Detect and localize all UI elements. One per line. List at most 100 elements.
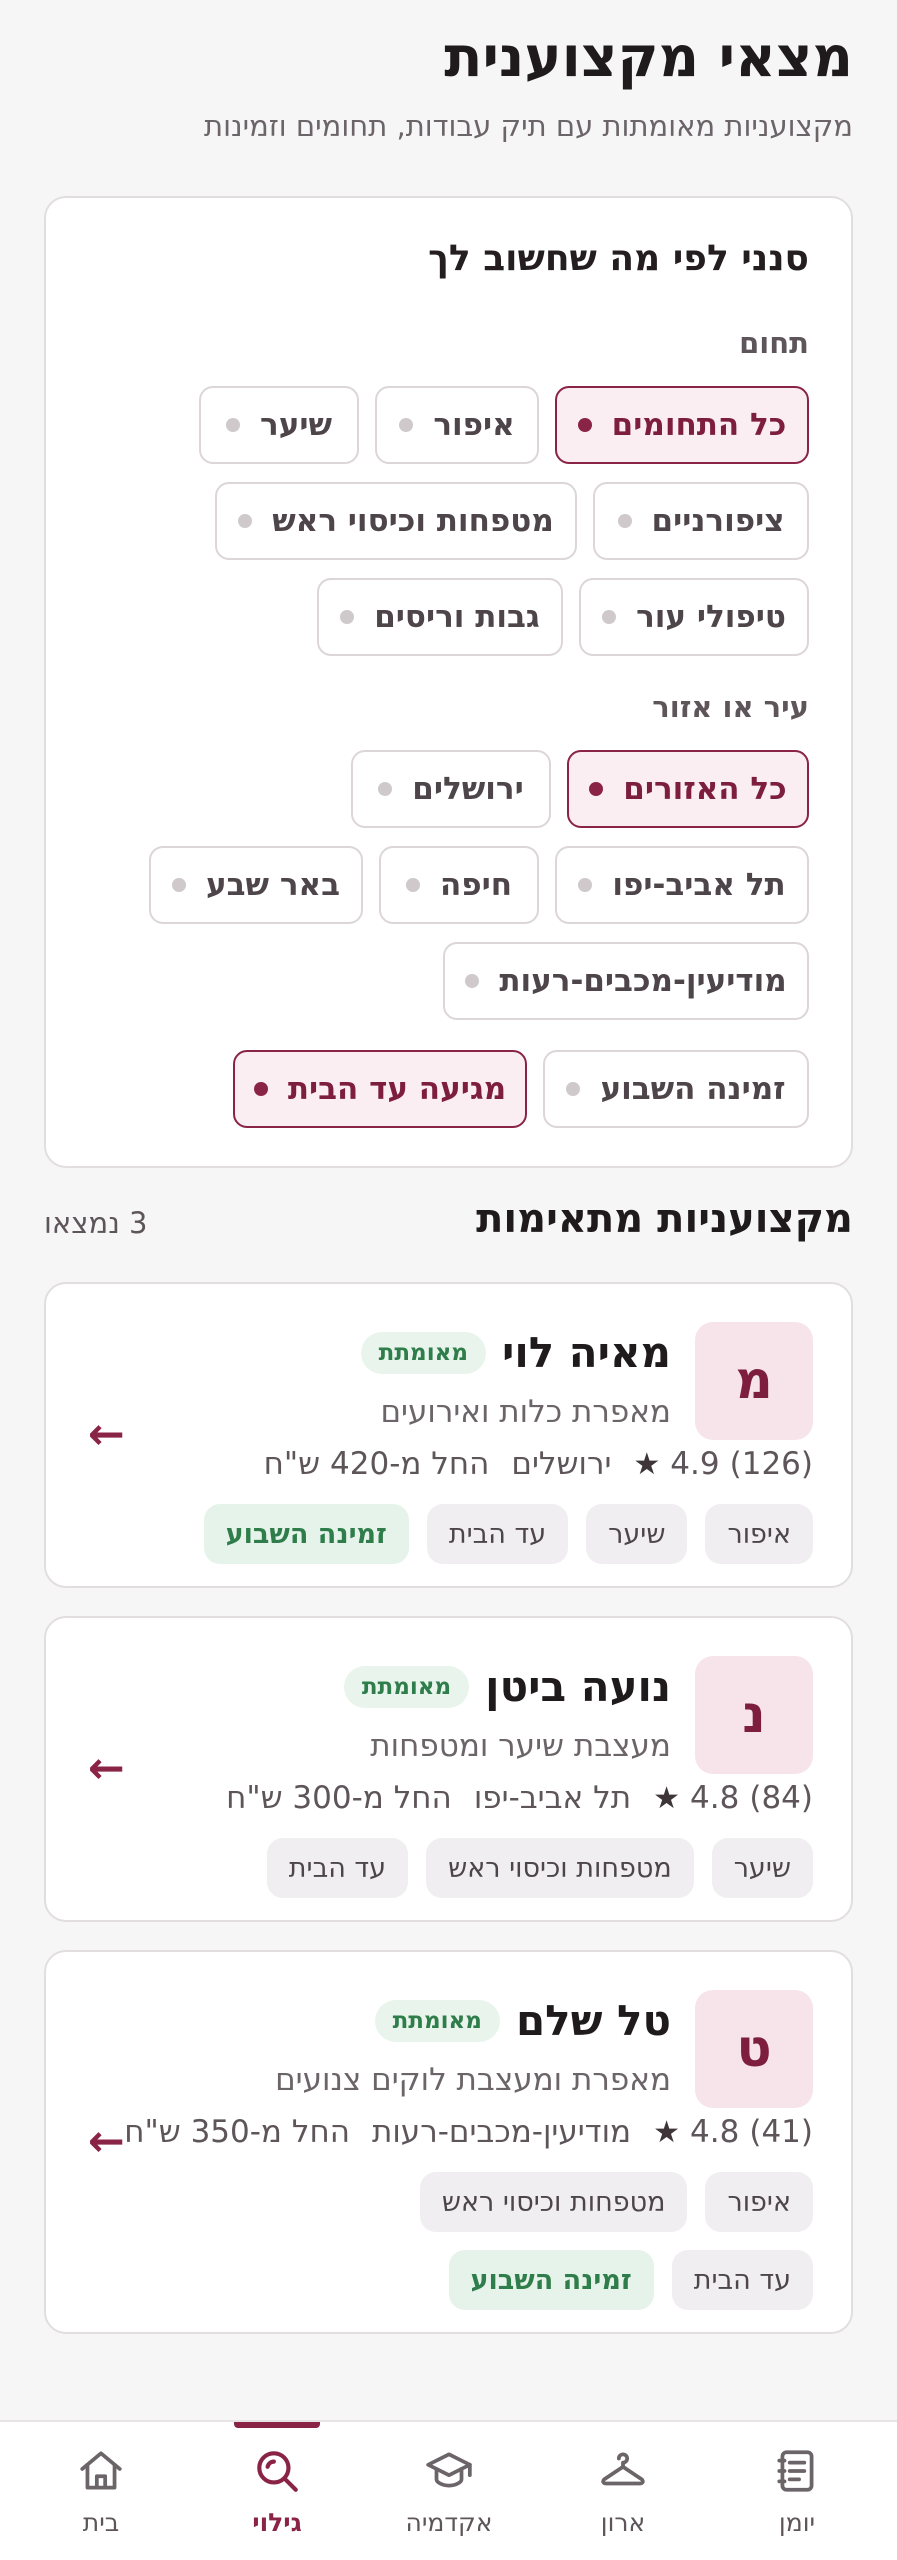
review-count: (126)	[729, 1446, 813, 1482]
chip-area-haifa[interactable]: חיפה	[379, 846, 539, 924]
chip-area-modiin[interactable]: מודיעין-מכבים-רעות	[443, 942, 809, 1020]
chip-area-all[interactable]: כל האזורים	[567, 750, 809, 828]
professional-name: מאיה לוי	[501, 1328, 671, 1377]
chip-field-all[interactable]: כל התחומים	[555, 386, 809, 464]
chip-label: זמינה השבוע	[600, 1071, 786, 1107]
service-tag: מטפחות וכיסוי ראש	[419, 2172, 688, 2232]
dot-icon	[566, 1082, 581, 1096]
journal-icon	[777, 2450, 814, 2492]
page-title: מצאי מקצוענית	[444, 25, 853, 90]
service-tag: שיער	[711, 1838, 813, 1898]
review-count: (41)	[749, 2114, 813, 2150]
bottom-nav: בית גילוי אקדמיה ארון יומן	[0, 2420, 897, 2560]
home-icon	[80, 2451, 122, 2490]
tag-list: איפור שיער עד הבית זמינה השבוע	[84, 1504, 813, 1564]
chip-label: גבות וריסים	[374, 599, 540, 635]
chip-label: טיפולי עור	[636, 599, 786, 635]
graduation-cap-icon	[426, 2452, 472, 2488]
toggle-home-visit[interactable]: מגיעה עד הבית	[233, 1050, 527, 1128]
toggle-available-this-week[interactable]: זמינה השבוע	[543, 1050, 809, 1128]
results-header: מקצועניות מתאימות 3 נמצאו	[44, 1196, 853, 1256]
nav-item-closet[interactable]: ארון	[553, 2422, 693, 2560]
rating-value: 4.8	[690, 1780, 740, 1816]
nav-label: גילוי	[252, 2508, 302, 2537]
service-tag: שיער	[586, 1504, 688, 1564]
rating: (84) 4.8 ★	[653, 1780, 813, 1816]
professional-card[interactable]: נ נועה ביטן מאומתת מעצבת שיער ומטפחות (8…	[44, 1616, 853, 1922]
chip-field-brows-lashes[interactable]: גבות וריסים	[317, 578, 563, 656]
nav-indicator	[234, 2422, 320, 2428]
rating: (41) 4.8 ★	[653, 2114, 813, 2150]
nav-label: ארון	[600, 2508, 646, 2537]
name-row: נועה ביטן מאומתת	[343, 1660, 671, 1714]
dot-icon	[340, 610, 355, 624]
selected-dot-icon	[577, 418, 592, 432]
chip-label: חיפה	[439, 867, 513, 903]
verified-badge: מאומתת	[374, 2000, 500, 2042]
nav-indicator	[580, 2422, 666, 2428]
nav-item-home[interactable]: בית	[31, 2422, 171, 2560]
professional-role: מאפרת כלות ואירועים	[380, 1394, 671, 1430]
dot-icon	[602, 610, 617, 624]
chip-label: שיער	[260, 407, 332, 443]
selected-dot-icon	[253, 1082, 268, 1096]
selected-dot-icon	[589, 782, 604, 796]
professional-name: טל שלם	[515, 1996, 671, 2045]
page-header: מצאי מקצוענית מקצועניות מאומתות עם תיק ע…	[44, 20, 853, 146]
chip-label: תל אביב-יפו	[612, 867, 786, 903]
star-icon: ★	[653, 1780, 681, 1816]
nav-indicator	[58, 2422, 144, 2428]
city: מודיעין-מכבים-רעות	[371, 2114, 632, 2150]
nav-label: בית	[82, 2508, 120, 2537]
dot-icon	[238, 514, 253, 528]
nav-label: אקדמיה	[405, 2508, 493, 2537]
professional-card[interactable]: מ מאיה לוי מאומתת מאפרת כלות ואירועים (1…	[44, 1282, 853, 1588]
arrow-left-icon[interactable]: ←	[88, 1413, 125, 1457]
chip-label: מגיעה עד הבית	[287, 1071, 507, 1107]
chip-label: ציפורניים	[651, 503, 785, 539]
service-tag: עד הבית	[426, 1504, 569, 1564]
chip-field-hair[interactable]: שיער	[199, 386, 359, 464]
chip-label: מטפחות וכיסוי ראש	[272, 503, 554, 539]
chip-field-makeup[interactable]: איפור	[375, 386, 539, 464]
meta-row: (84) 4.8 ★ תל אביב-יפו החל מ-300 ש"ח	[226, 1780, 813, 1816]
area-filter-label: עיר או אזור	[652, 690, 809, 724]
arrow-left-icon[interactable]: ←	[88, 1747, 125, 1791]
name-row: מאיה לוי מאומתת	[360, 1326, 671, 1380]
professional-role: מאפרת ומעצבת לוקים צנועים	[275, 2062, 671, 2098]
availability-tag: זמינה השבוע	[203, 1504, 409, 1564]
price: החל מ-300 ש"ח	[226, 1780, 452, 1816]
chip-area-tel-aviv[interactable]: תל אביב-יפו	[555, 846, 809, 924]
price: החל מ-420 ש"ח	[263, 1446, 490, 1482]
nav-item-academy[interactable]: אקדמיה	[379, 2422, 519, 2560]
dot-icon	[405, 878, 420, 892]
city: תל אביב-יפו	[473, 1780, 632, 1816]
chip-field-headscarves[interactable]: מטפחות וכיסוי ראש	[215, 482, 577, 560]
tag-list: איפור מטפחות וכיסוי ראש עד הבית זמינה הש…	[346, 2172, 813, 2310]
chip-area-jerusalem[interactable]: ירושלים	[351, 750, 551, 828]
service-tag: מטפחות וכיסוי ראש	[426, 1838, 694, 1898]
verified-badge: מאומתת	[343, 1666, 470, 1708]
star-icon: ★	[633, 1446, 661, 1482]
chip-field-skincare[interactable]: טיפולי עור	[579, 578, 809, 656]
chip-label: איפור	[433, 407, 515, 443]
professional-card[interactable]: ט טל שלם מאומתת מאפרת ומעצבת לוקים צנועי…	[44, 1950, 853, 2334]
chip-label: כל האזורים	[623, 771, 787, 807]
chip-label: מודיעין-מכבים-רעות	[499, 963, 787, 999]
nav-item-discover[interactable]: גילוי	[207, 2422, 347, 2560]
field-filter-label: תחום	[739, 326, 809, 360]
meta-row: (41) 4.8 ★ מודיעין-מכבים-רעות החל מ-350 …	[124, 2114, 813, 2150]
nav-label: יומן	[778, 2508, 816, 2537]
chip-field-nails[interactable]: ציפורניים	[593, 482, 809, 560]
verified-badge: מאומתת	[360, 1332, 486, 1374]
dot-icon	[578, 878, 593, 892]
arrow-left-icon[interactable]: ←	[88, 2120, 125, 2164]
chip-area-beer-sheva[interactable]: באר שבע	[149, 846, 363, 924]
dot-icon	[399, 418, 414, 432]
meta-row: (126) 4.9 ★ ירושלים החל מ-420 ש"ח	[264, 1446, 813, 1482]
rating-value: 4.8	[690, 2114, 740, 2150]
chip-label: ירושלים	[412, 771, 524, 807]
nav-item-journal[interactable]: יומן	[727, 2422, 867, 2560]
page-subtitle: מקצועניות מאומתות עם תיק עבודות, תחומים …	[204, 109, 853, 143]
avatar: מ	[695, 1322, 813, 1440]
